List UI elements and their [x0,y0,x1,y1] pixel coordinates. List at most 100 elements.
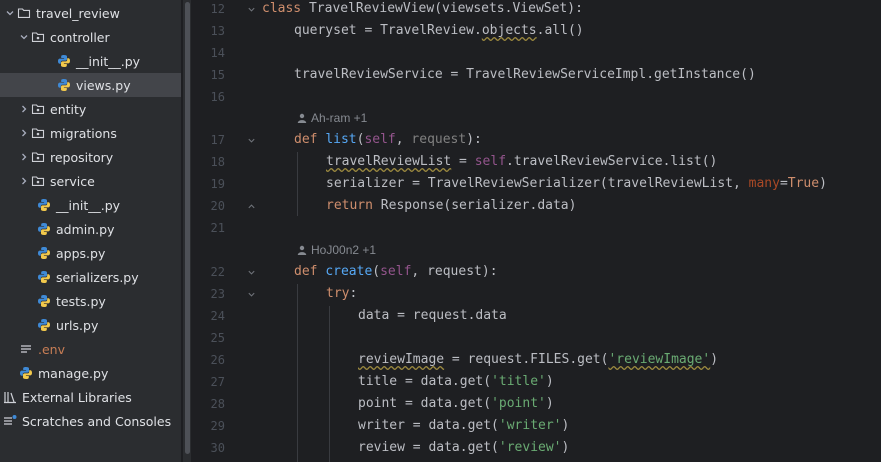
tree-scrollbar-thumb[interactable] [185,2,190,454]
tree-item-serializers-py[interactable]: serializers.py [0,265,181,289]
keyword: def [294,132,318,147]
python-file-icon [36,245,52,261]
python-file-icon [36,221,52,237]
tree-item-tests-py[interactable]: tests.py [0,289,181,313]
python-file-icon [36,317,52,333]
tree-item-label: tests.py [56,293,106,309]
code-line-23: try: [326,283,357,305]
line-number: 21 [210,221,225,235]
code-line-22: def create(self, request): [294,261,498,283]
code-line-19: serializer = TravelReviewSerializer(trav… [326,173,827,195]
line-number: 30 [210,441,225,455]
keyword: try [326,286,350,301]
tree-item-external-libraries[interactable]: External Libraries [0,385,181,409]
line-number: 29 [210,419,225,433]
folder-icon [16,5,32,21]
tree-item-repository[interactable]: repository [0,145,181,169]
user-icon [297,245,307,255]
author-hint[interactable]: HoJ00n2 +1 [297,239,376,261]
python-file-icon [36,293,52,309]
code-text: ) [545,396,554,411]
package-folder-icon [30,101,46,117]
code-warning: travelReviewList [326,154,452,169]
code-text: ) [561,440,570,455]
fold-chevron-icon[interactable] [245,0,257,20]
tree-item-label: __init__.py [76,53,141,69]
fold-chevron-icon[interactable] [245,129,257,151]
string-literal: 'title' [491,374,546,389]
user-icon [297,113,307,123]
chevron-down-icon[interactable] [4,1,16,25]
code-line-30: review = data.get('review') [358,437,569,459]
tree-item-manage-py[interactable]: manage.py [0,361,181,385]
code-line-20: return Response(serializer.data) [326,195,576,217]
code-text: ): [466,132,482,147]
chevron-right-icon[interactable] [18,169,30,193]
tree-item-apps-py[interactable]: apps.py [0,241,181,265]
line-number: 25 [210,331,225,345]
text-file-icon [18,341,34,357]
tree-item-label: admin.py [56,221,115,237]
tree-item-label: __init__.py [56,197,121,213]
package-folder-icon [30,125,46,141]
line-number: 17 [210,133,225,147]
tree-item-root-init[interactable]: __init__.py [0,193,181,217]
unused-param: request [411,132,467,147]
code-line-27: title = data.get('title') [358,371,554,393]
tree-item-travel-review[interactable]: travel_review [0,1,181,25]
line-number: 23 [210,287,225,301]
indent-guide [329,306,330,462]
tree-item-service[interactable]: service [0,169,181,193]
chevron-down-icon[interactable] [18,25,30,49]
tree-item-label: External Libraries [22,389,132,405]
code-text: .all() [536,23,584,38]
code-line-15: travelReviewService = TravelReviewServic… [294,67,756,82]
code-text: Response(serializer.data) [372,198,577,213]
keyword-argument: many [748,176,780,191]
code-text: ) [819,176,827,191]
tree-item-admin-py[interactable]: admin.py [0,217,181,241]
code-text: ) [561,418,570,433]
fold-end-icon[interactable] [245,195,257,217]
tree-item-label: urls.py [56,317,99,333]
tree-item-label: apps.py [56,245,106,261]
chevron-right-icon[interactable] [18,121,30,145]
self-param: self [364,132,396,147]
tree-item-controller[interactable]: controller [0,25,181,49]
tree-item-label: manage.py [38,365,109,381]
code-text: title = data.get( [358,374,492,389]
code-text: = [779,176,788,191]
tree-item-env[interactable]: .env [0,337,181,361]
code-text: = request.FILES.get( [444,352,609,367]
python-file-icon [36,197,52,213]
line-number: 19 [210,177,225,191]
tree-item-scratches[interactable]: Scratches and Consoles [0,409,181,433]
line-number: 28 [210,397,225,411]
tree-item-views-py[interactable]: views.py [0,73,181,97]
keyword: class [262,1,302,16]
chevron-right-icon[interactable] [18,97,30,121]
line-number: 20 [210,199,225,213]
package-folder-icon [30,173,46,189]
tree-item-urls-py[interactable]: urls.py [0,313,181,337]
package-folder-icon [30,149,46,165]
code-text: serializer = TravelReviewSerializer(trav… [326,176,749,191]
line-number: 24 [210,309,225,323]
code-text: ( [372,264,381,279]
code-line-18: travelReviewList = self.travelReviewServ… [326,151,717,173]
tree-item-migrations[interactable]: migrations [0,121,181,145]
author-hint[interactable]: Ah-ram +1 [297,107,367,129]
chevron-right-icon[interactable] [18,145,30,169]
tree-item-label: repository [50,149,114,165]
fold-chevron-icon[interactable] [245,283,257,305]
function-name: list [325,132,357,147]
tree-item-entity[interactable]: entity [0,97,181,121]
tree-item-controller-init[interactable]: __init__.py [0,49,181,73]
python-file-icon [56,77,72,93]
scratches-icon [2,413,18,429]
fold-chevron-icon[interactable] [245,261,257,283]
package-folder-icon [30,29,46,45]
library-icon [2,389,18,405]
tree-item-label: Scratches and Consoles [22,413,172,429]
code-text: writer = data.get( [358,418,499,433]
